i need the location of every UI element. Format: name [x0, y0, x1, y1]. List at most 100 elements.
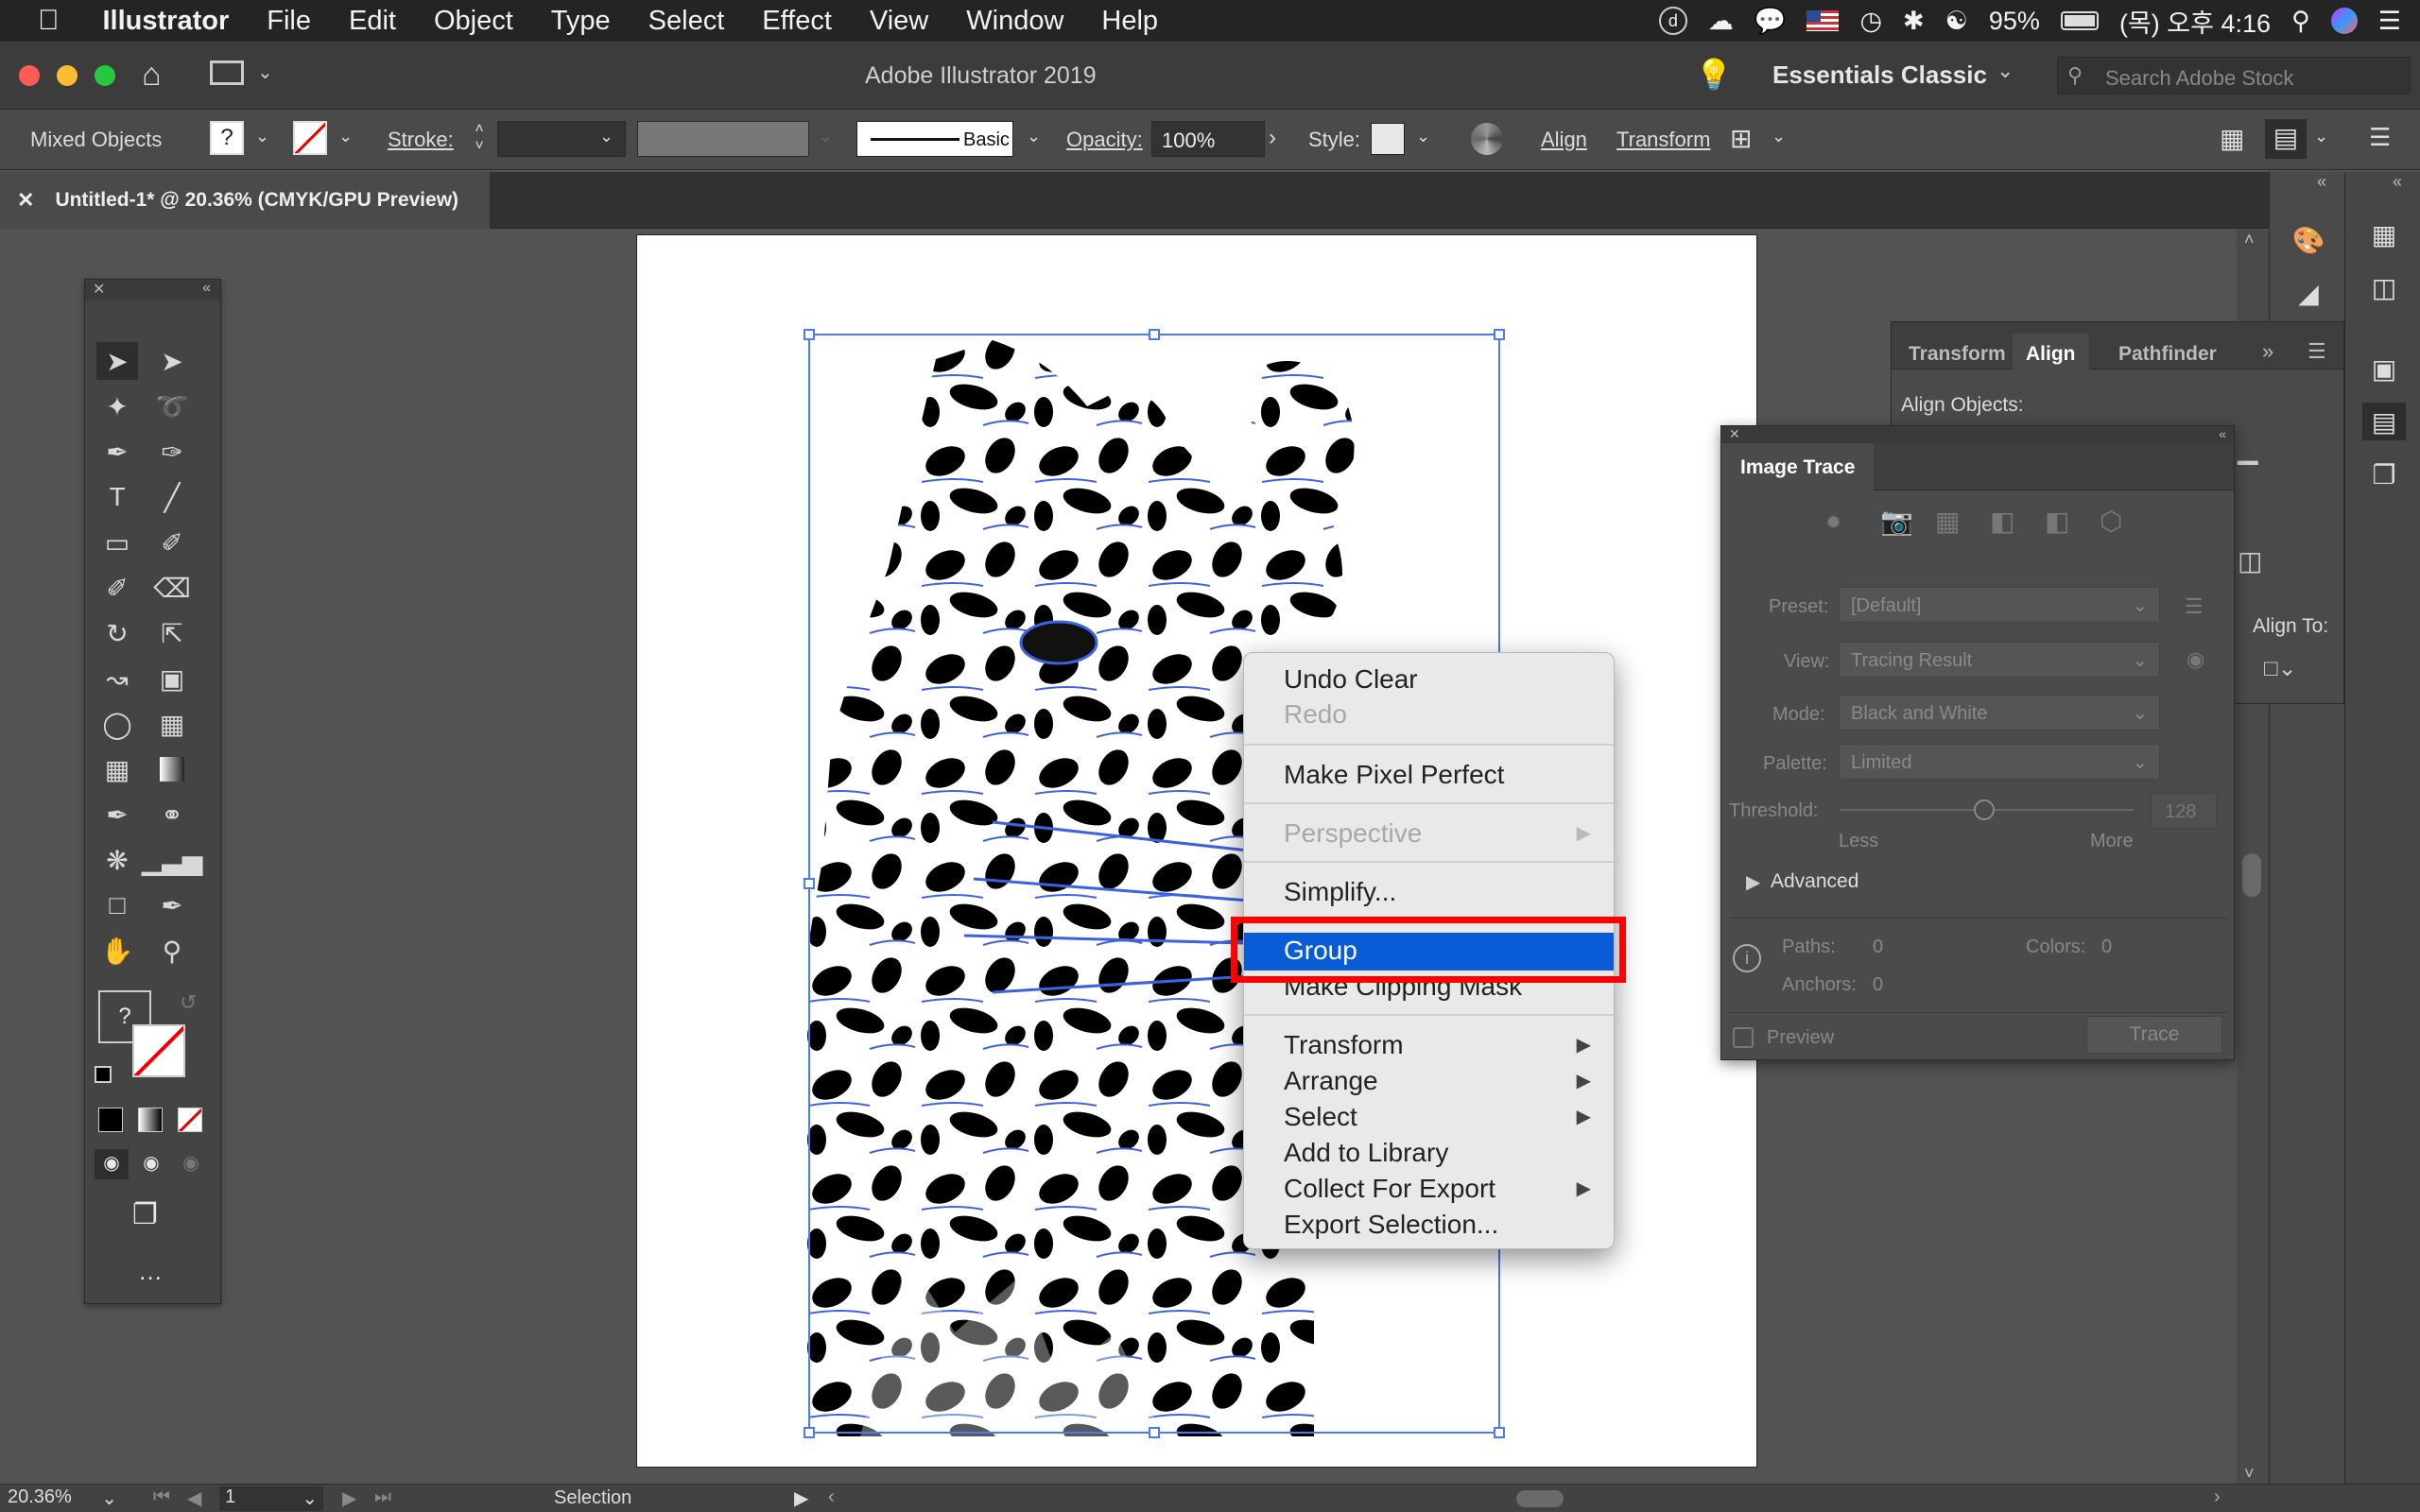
- wifi-icon[interactable]: ☯: [1945, 7, 1968, 36]
- siri-icon[interactable]: [2330, 8, 2358, 34]
- workspace-switcher[interactable]: Essentials Classic: [1772, 60, 1987, 90]
- draw-behind-icon[interactable]: ◉: [134, 1149, 168, 1179]
- shape-builder-tool[interactable]: ◯: [96, 705, 138, 743]
- menu-item-transform[interactable]: Transform ▶: [1244, 1027, 1614, 1063]
- lightbulb-icon[interactable]: 💡: [1695, 57, 1733, 93]
- rectangle-tool[interactable]: ▭: [96, 524, 138, 561]
- collapse-panel-icon[interactable]: «: [202, 280, 211, 297]
- clock[interactable]: (목) 오후 4:16: [2119, 3, 2271, 40]
- stroke-swatch[interactable]: [293, 121, 327, 155]
- direct-selection-tool[interactable]: ➤: [151, 342, 193, 380]
- collapse-panel-icon[interactable]: «: [2219, 426, 2226, 441]
- none-mode-button[interactable]: [178, 1108, 202, 1132]
- paintbrush-tool[interactable]: ✐: [151, 524, 193, 561]
- advanced-toggle[interactable]: Advanced: [1771, 870, 1858, 893]
- opacity-field[interactable]: 100%: [1151, 121, 1265, 157]
- screen-mode-icon[interactable]: ❐: [132, 1198, 158, 1231]
- draw-normal-icon[interactable]: ◉: [95, 1149, 129, 1179]
- close-panel-icon[interactable]: ✕: [1729, 426, 1740, 442]
- opacity-label[interactable]: Opacity:: [1066, 128, 1143, 152]
- zoom-window-button[interactable]: [95, 65, 115, 86]
- chevron-down-icon[interactable]: ⌄: [599, 127, 614, 146]
- artboard-tool[interactable]: □: [96, 886, 138, 924]
- panel-menu-icon[interactable]: ☰: [2369, 123, 2391, 152]
- arrange-documents-icon[interactable]: ▦: [2220, 123, 2244, 154]
- menu-help[interactable]: Help: [1101, 6, 1158, 37]
- document-tab[interactable]: ✕ Untitled-1* @ 20.36% (CMYK/GPU Preview…: [0, 172, 490, 229]
- libraries-icon[interactable]: ▦: [2362, 215, 2406, 253]
- brush-definition[interactable]: Basic: [856, 121, 1013, 157]
- menu-item-add-to-library[interactable]: Add to Library: [1244, 1135, 1614, 1171]
- scale-tool[interactable]: ⇱: [151, 614, 193, 652]
- menu-effect[interactable]: Effect: [762, 6, 832, 37]
- blend-tool[interactable]: ⚭: [151, 796, 193, 833]
- menu-edit[interactable]: Edit: [349, 6, 396, 37]
- align-panel-icon[interactable]: ▤: [2362, 403, 2406, 440]
- artboard-number-field[interactable]: 1 ⌄: [219, 1486, 323, 1511]
- menu-item-undo-clear[interactable]: Undo Clear: [1244, 662, 1614, 697]
- expand-panel-icon[interactable]: »: [2262, 339, 2273, 364]
- lasso-tool[interactable]: ➰: [151, 387, 193, 425]
- variable-width-profile[interactable]: [637, 121, 809, 157]
- menu-item-collect-for-export[interactable]: Collect For Export ▶: [1244, 1171, 1614, 1207]
- last-artboard-icon[interactable]: ⏭: [374, 1486, 391, 1508]
- chevron-down-icon[interactable]: ⌄: [255, 127, 269, 146]
- stroke-color-box[interactable]: [132, 1024, 185, 1077]
- align-to-dropdown[interactable]: □⌄: [2264, 655, 2297, 682]
- pen-tool[interactable]: ✒: [96, 433, 138, 471]
- isolate-group-icon[interactable]: ⊞: [1730, 123, 1752, 154]
- curvature-tool[interactable]: ✑: [151, 433, 193, 471]
- menu-file[interactable]: File: [267, 6, 311, 37]
- chevron-down-icon[interactable]: ⌄: [338, 127, 353, 146]
- selection-tool[interactable]: ➤: [96, 342, 138, 380]
- disclosure-triangle-icon[interactable]: ▶: [1746, 870, 1760, 894]
- mesh-tool[interactable]: ▦: [96, 750, 138, 788]
- width-tool[interactable]: ↝: [96, 660, 138, 697]
- eyedropper-tool[interactable]: ✒: [96, 796, 138, 833]
- recolor-artwork-icon[interactable]: [1471, 123, 1503, 155]
- perspective-grid-tool[interactable]: ▦: [151, 705, 193, 743]
- stroke-label[interactable]: Stroke:: [388, 128, 454, 152]
- chevron-right-icon[interactable]: ›: [1269, 125, 1276, 151]
- line-tool[interactable]: ╱: [151, 478, 193, 516]
- align-hcenter-icon[interactable]: ◫: [2238, 545, 2262, 576]
- chevron-down-icon[interactable]: ⌄: [1416, 127, 1430, 146]
- type-tool[interactable]: T: [96, 478, 138, 516]
- chevron-down-icon[interactable]: ⌄: [2314, 127, 2328, 146]
- notification-center-icon[interactable]: ☰: [2378, 7, 2401, 36]
- gradient-mode-button[interactable]: [138, 1108, 163, 1132]
- color-guide-icon[interactable]: 🎨: [2287, 221, 2330, 259]
- swap-fill-stroke-icon[interactable]: ↺: [180, 990, 197, 1015]
- adobe-stock-search[interactable]: ⚲ Search Adobe Stock: [2057, 57, 2411, 94]
- chevron-down-icon[interactable]: ⌄: [1027, 127, 1041, 146]
- previous-artboard-icon[interactable]: ◀: [187, 1486, 201, 1510]
- dictation-icon[interactable]: d: [1658, 7, 1687, 35]
- scroll-left-icon[interactable]: ‹: [828, 1486, 835, 1508]
- align-link[interactable]: Align: [1541, 128, 1587, 152]
- minimize-window-button[interactable]: [57, 65, 78, 86]
- horizontal-scroll-thumb[interactable]: [1516, 1490, 1564, 1507]
- menu-item-make-pixel-perfect[interactable]: Make Pixel Perfect: [1244, 757, 1614, 793]
- slice-tool[interactable]: ✒: [151, 886, 193, 924]
- column-graph-tool[interactable]: ▁▃▅: [142, 841, 203, 879]
- workspace-layout-icon[interactable]: [210, 60, 244, 85]
- chat-icon[interactable]: 💬: [1754, 6, 1787, 36]
- menu-item-select[interactable]: Select ▶: [1244, 1099, 1614, 1135]
- tab-align[interactable]: Align: [2013, 334, 2089, 369]
- draw-inside-icon[interactable]: ◉: [174, 1149, 208, 1179]
- menu-window[interactable]: Window: [966, 6, 1063, 37]
- menu-view[interactable]: View: [870, 6, 928, 37]
- free-transform-tool[interactable]: ▣: [151, 660, 193, 697]
- menu-type[interactable]: Type: [551, 6, 611, 37]
- close-tab-icon[interactable]: ✕: [17, 188, 34, 213]
- flag-icon[interactable]: [1806, 10, 1840, 31]
- spotlight-search-icon[interactable]: ⚲: [2291, 7, 2310, 36]
- time-machine-icon[interactable]: ◷: [1859, 7, 1882, 36]
- default-fill-stroke-icon[interactable]: [95, 1066, 112, 1083]
- zoom-level-field[interactable]: 20.36% ⌄: [8, 1486, 121, 1511]
- panel-layout-icon[interactable]: ▤: [2265, 119, 2307, 159]
- apple-icon[interactable]: : [38, 5, 60, 37]
- magic-wand-tool[interactable]: ✦: [96, 387, 138, 425]
- transform-link[interactable]: Transform: [1616, 128, 1710, 152]
- menu-item-export-selection[interactable]: Export Selection...: [1244, 1207, 1614, 1243]
